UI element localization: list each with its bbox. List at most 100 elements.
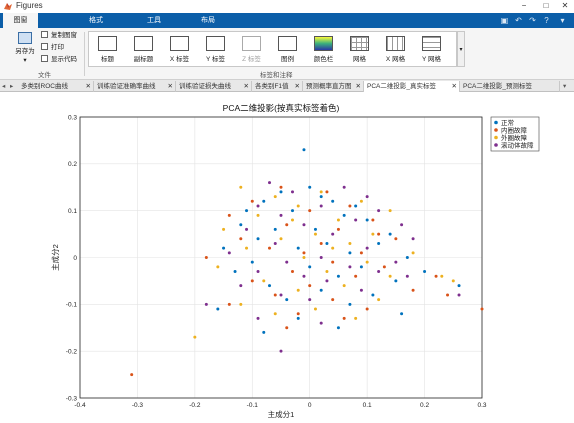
scatter-point — [285, 326, 289, 330]
close-tab-icon[interactable]: ✕ — [452, 81, 457, 92]
scatter-point — [313, 227, 317, 231]
tab-list-dropdown-icon[interactable]: ▾ — [563, 81, 566, 92]
title-gallery-button[interactable]: 标题 — [91, 34, 124, 66]
scatter-point — [285, 223, 289, 227]
scatter-point — [377, 298, 381, 302]
scatter-point — [285, 260, 289, 264]
scatter-point — [348, 204, 352, 208]
scatter-point — [233, 270, 237, 274]
scatter-point — [480, 307, 484, 311]
scatter-point — [296, 288, 300, 292]
window-title: Figures — [16, 1, 43, 10]
tab-scroll-right-icon[interactable]: ▸ — [10, 81, 13, 92]
grid-gallery-label: 网格 — [353, 56, 366, 63]
matlab-logo-icon — [4, 3, 12, 10]
close-tab-icon[interactable]: ✕ — [295, 81, 300, 92]
scatter-point — [319, 256, 323, 259]
tab-label: 多类别ROC曲线 — [21, 83, 68, 90]
print-button[interactable]: 打印 — [41, 43, 64, 53]
scatter-point — [227, 213, 231, 217]
scatter-point — [313, 232, 317, 236]
scatter-point — [388, 232, 392, 236]
copy-figure-button[interactable]: 复制图窗 — [41, 31, 77, 41]
scatter-point — [331, 298, 335, 302]
scatter-point — [245, 246, 249, 250]
tab-probability-histogram[interactable]: 预测概率直方图 ✕ — [303, 81, 364, 92]
tab-layout[interactable]: 布局 — [188, 13, 228, 28]
tab-label: 训练验证损失曲线 — [179, 83, 231, 90]
colorbar-thumb-icon — [314, 36, 333, 51]
close-window-button[interactable]: ✕ — [557, 0, 573, 12]
y-tick-label: -0.2 — [66, 348, 78, 355]
save-as-button[interactable]: 另存为 ▾ — [10, 32, 40, 66]
grid-gallery-button[interactable]: 网格 — [343, 34, 376, 66]
ygrid-gallery-button[interactable]: Y 网格 — [415, 34, 448, 66]
scatter-point — [313, 307, 317, 311]
scatter-point — [400, 312, 404, 316]
scatter-point — [423, 270, 427, 274]
window-titlebar: Figures − □ ✕ — [0, 0, 574, 13]
close-tab-icon[interactable]: ✕ — [356, 81, 361, 92]
collapse-ribbon-icon[interactable]: ▾ — [558, 16, 567, 25]
chart-legend[interactable]: 正常 内圈故障 外圈故障 滚动体故障 — [490, 116, 540, 152]
tab-label: PCA二维投影_预测标签 — [463, 83, 532, 90]
minimize-icon[interactable]: − — [516, 0, 532, 12]
dock-icon[interactable]: ▣ — [500, 16, 509, 25]
redo-icon[interactable]: ↷ — [528, 16, 537, 25]
scatter-point — [268, 284, 272, 288]
zlabel-gallery-button: Z 标签 — [235, 34, 268, 66]
scatter-point — [239, 302, 243, 306]
tab-scroll-left-icon[interactable]: ◂ — [2, 81, 5, 92]
tab-roc-curve[interactable]: 多类别ROC曲线 ✕ — [18, 81, 94, 92]
pca-scatter-figure[interactable]: -0.4 -0.3 -0.2 -0.1 0 0.1 0.2 0.3-0.3-0.2-0.100… — [0, 93, 574, 423]
close-tab-icon[interactable]: ✕ — [168, 81, 173, 92]
scatter-point — [446, 293, 450, 297]
tab-loss-curve[interactable]: 训练验证损失曲线 ✕ — [176, 81, 252, 92]
ylabel-thumb-icon — [206, 36, 225, 51]
tab-format[interactable]: 格式 — [78, 13, 114, 28]
scatter-point — [331, 246, 335, 250]
tab-tools[interactable]: 工具 — [136, 13, 172, 28]
undo-icon[interactable]: ↶ — [514, 16, 523, 25]
close-tab-icon[interactable]: ✕ — [244, 81, 249, 92]
colorbar-gallery-button[interactable]: 颜色栏 — [307, 34, 340, 66]
y-axis-label: 主成分2 — [50, 244, 60, 271]
scatter-point — [268, 181, 272, 185]
scatter-point — [325, 190, 329, 194]
tab-label: 预测概率直方图 — [306, 83, 352, 90]
scatter-point — [302, 251, 306, 255]
tab-figure[interactable]: 图窗 — [3, 13, 38, 28]
legend-label-outer-race: 外圈故障 — [501, 133, 528, 142]
chart-title: PCA二维投影(按真实标签着色) — [223, 103, 340, 113]
scatter-point — [348, 302, 352, 306]
x-tick-label: 0 — [308, 402, 312, 409]
scatter-point — [411, 237, 415, 241]
show-code-label: 显示代码 — [51, 56, 77, 63]
close-tab-icon[interactable]: ✕ — [86, 81, 91, 92]
tab-f1-score[interactable]: 各类别F1值 ✕ — [252, 81, 303, 92]
scatter-point — [331, 199, 335, 203]
help-icon[interactable]: ? — [542, 16, 551, 25]
scatter-point — [331, 232, 335, 236]
maximize-icon[interactable]: □ — [538, 0, 554, 12]
tab-pca-predicted-labels[interactable]: PCA二维投影_预测标签 — [460, 81, 560, 92]
checkbox-icon — [41, 55, 48, 62]
gallery-expand-button[interactable]: ▾ — [457, 31, 465, 67]
scatter-point — [348, 241, 352, 245]
scatter-point — [296, 246, 300, 250]
show-code-checkbox[interactable]: 显示代码 — [41, 55, 77, 65]
subtitle-thumb-icon — [134, 36, 153, 51]
tab-pca-true-labels[interactable]: PCA二维投影_真实标签 ✕ — [364, 81, 460, 92]
xlabel-gallery-button[interactable]: X 标签 — [163, 34, 196, 66]
subtitle-gallery-button[interactable]: 副标题 — [127, 34, 160, 66]
scatter-point — [279, 190, 283, 194]
scatter-point — [348, 265, 352, 269]
scatter-point — [308, 185, 312, 189]
scatter-point — [273, 293, 277, 297]
zlabel-gallery-label: Z 标签 — [242, 56, 261, 63]
tab-accuracy-curve[interactable]: 训练验证准确率曲线 ✕ — [94, 81, 176, 92]
legend-gallery-button[interactable]: 图例 — [271, 34, 304, 66]
ylabel-gallery-button[interactable]: Y 标签 — [199, 34, 232, 66]
scatter-point — [193, 335, 197, 339]
xgrid-gallery-button[interactable]: X 网格 — [379, 34, 412, 66]
